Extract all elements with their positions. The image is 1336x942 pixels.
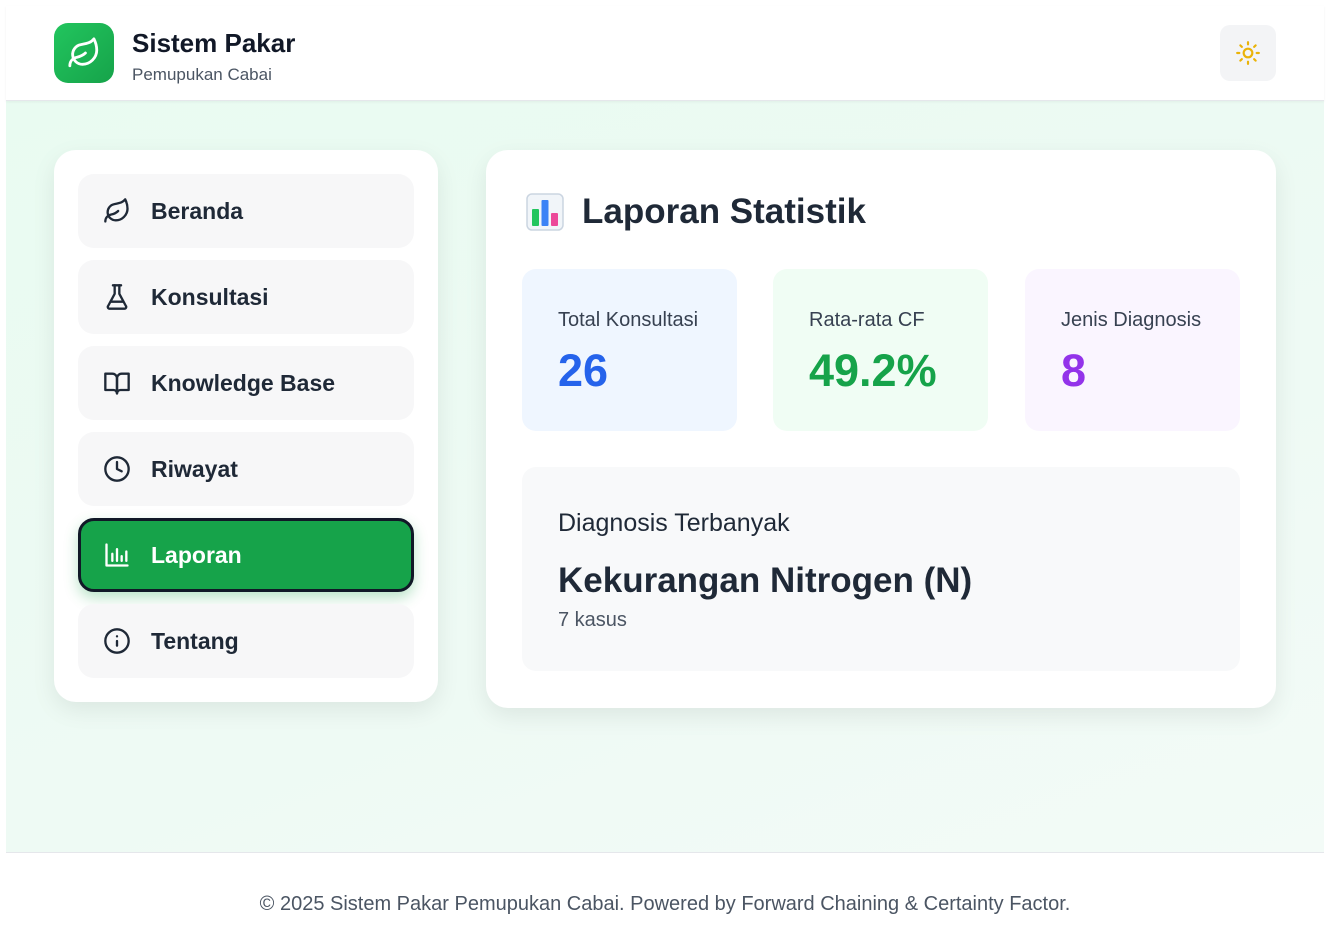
- stat-card-jenis-diagnosis: Jenis Diagnosis 8: [1025, 269, 1240, 431]
- stat-value: 26: [558, 345, 609, 396]
- sidebar-item-tentang[interactable]: Tentang: [78, 604, 414, 678]
- app-title: Sistem Pakar: [132, 28, 296, 58]
- report-panel: Laporan Statistik Total Konsultasi 26 Ra…: [486, 150, 1276, 708]
- sun-icon: [1236, 41, 1260, 65]
- sidebar: Beranda Konsultasi Knowledge Base Riwaya…: [54, 150, 438, 702]
- sidebar-item-label: Konsultasi: [151, 283, 269, 310]
- sidebar-item-label: Knowledge Base: [151, 369, 336, 396]
- sidebar-item-beranda[interactable]: Beranda: [78, 174, 414, 248]
- report-heading: Laporan Statistik: [526, 190, 866, 234]
- info-icon: [102, 626, 132, 656]
- top-diagnosis-count: 7 kasus: [558, 609, 627, 631]
- report-title: Laporan Statistik: [582, 192, 866, 231]
- top-diagnosis-label: Diagnosis Terbanyak: [558, 509, 790, 537]
- app-header: Sistem Pakar Pemupukan Cabai: [6, 6, 1324, 101]
- stat-card-rata-rata-cf: Rata-rata CF 49.2%: [773, 269, 988, 431]
- top-diagnosis-name: Kekurangan Nitrogen (N): [558, 561, 973, 600]
- stat-label: Jenis Diagnosis: [1061, 309, 1202, 331]
- clock-icon: [102, 454, 132, 484]
- stat-value: 49.2%: [809, 345, 937, 396]
- stat-label: Rata-rata CF: [809, 309, 925, 331]
- sidebar-item-label: Beranda: [151, 197, 244, 224]
- sidebar-item-knowledge-base[interactable]: Knowledge Base: [78, 346, 414, 420]
- top-diagnosis-card: Diagnosis Terbanyak Kekurangan Nitrogen …: [522, 467, 1240, 671]
- main-content: Beranda Konsultasi Knowledge Base Riwaya…: [6, 101, 1324, 852]
- sidebar-item-konsultasi[interactable]: Konsultasi: [78, 260, 414, 334]
- app-logo[interactable]: [54, 23, 114, 83]
- sidebar-item-laporan[interactable]: Laporan: [78, 518, 414, 592]
- flask-icon: [102, 282, 132, 312]
- stat-label: Total Konsultasi: [558, 309, 699, 331]
- app-footer: © 2025 Sistem Pakar Pemupukan Cabai. Pow…: [6, 852, 1324, 942]
- bar-chart-emoji-icon: [526, 193, 564, 231]
- footer-copyright: © 2025 Sistem Pakar Pemupukan Cabai. Pow…: [259, 893, 1071, 915]
- theme-toggle-button[interactable]: [1220, 25, 1276, 81]
- leaf-icon: [102, 196, 132, 226]
- app-subtitle: Pemupukan Cabai: [132, 65, 272, 84]
- bar-chart-icon: [102, 540, 132, 570]
- app-frame: Sistem Pakar Pemupukan Cabai Beranda Kon…: [6, 6, 1324, 942]
- stat-card-total-konsultasi: Total Konsultasi 26: [522, 269, 737, 431]
- leaf-icon: [68, 37, 99, 68]
- stat-value: 8: [1061, 345, 1087, 396]
- book-open-icon: [102, 368, 132, 398]
- sidebar-item-label: Laporan: [151, 541, 242, 568]
- sidebar-item-label: Tentang: [151, 627, 239, 654]
- sidebar-item-riwayat[interactable]: Riwayat: [78, 432, 414, 506]
- sidebar-item-label: Riwayat: [151, 455, 238, 482]
